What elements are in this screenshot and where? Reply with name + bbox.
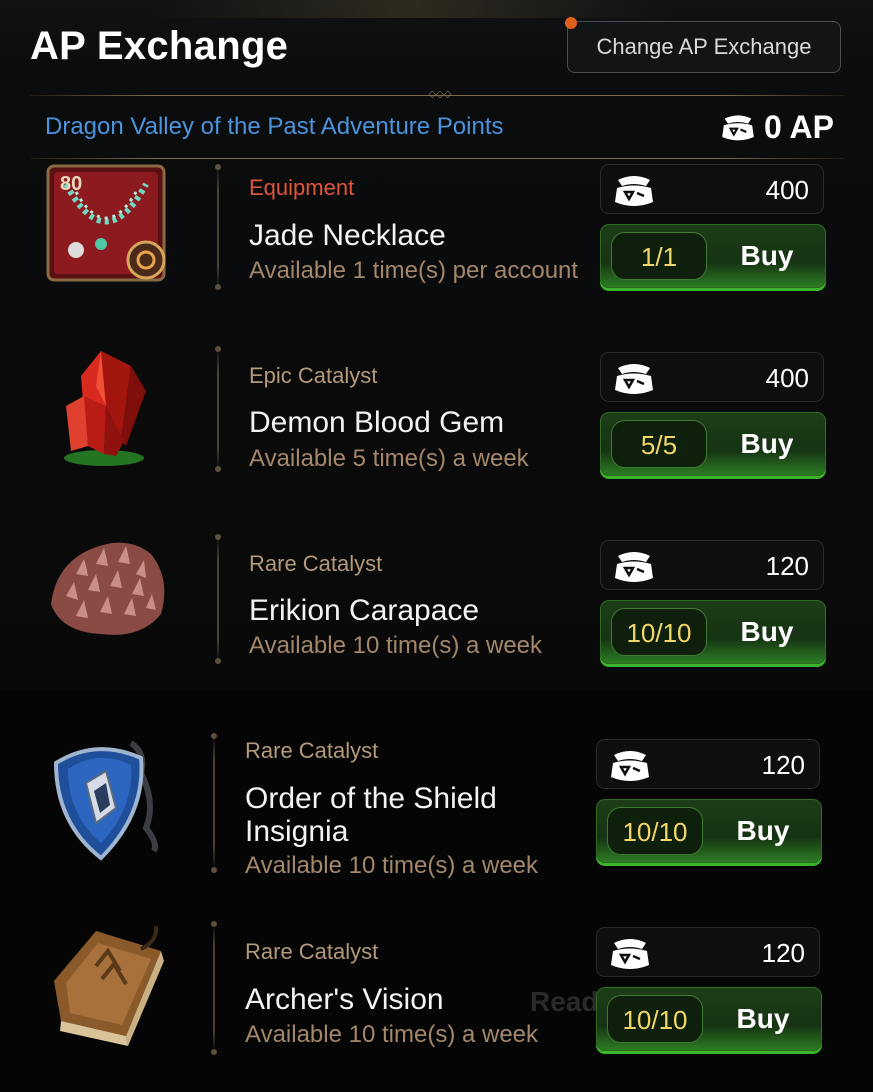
row-divider-line [211,733,217,873]
ap-coin-icon [615,176,653,206]
divider-ornament: ◇◇◇ [428,89,452,100]
buy-label: Buy [740,616,794,647]
list-item[interactable]: 80 Equipment Jade Necklace Available 1 t… [0,164,873,350]
purchase-count: 1/1 [611,232,707,280]
carapace-icon [46,534,166,654]
item-category: Epic Catalyst [249,363,378,388]
change-ap-exchange-button[interactable]: Change AP Exchange [567,21,841,73]
price-box: 400 [600,164,824,214]
purchase-count: 10/10 [611,608,707,656]
list-item[interactable]: Epic Catalyst Demon Blood Gem Available … [0,346,873,532]
item-category: Rare Catalyst [245,738,379,763]
row-divider-line [215,164,221,290]
item-category: Rare Catalyst [249,551,383,576]
price-box: 120 [596,739,820,789]
item-name: Order of the Shield Insignia [245,782,497,848]
buy-label: Buy [736,1003,790,1034]
row-divider-line [215,346,221,472]
item-availability: Available 1 time(s) per account [249,257,579,284]
notification-dot [565,17,577,29]
purchase-count: 10/10 [607,807,703,855]
item-availability: Available 10 time(s) a week [249,632,543,659]
ap-total-value: 0 AP [764,108,834,145]
item-name: Jade Necklace [249,219,446,252]
buy-label: Buy [740,428,794,459]
buy-button[interactable]: 5/5 Buy [600,412,826,476]
change-ap-exchange-label: Change AP Exchange [596,34,812,59]
row-divider-line [215,534,221,664]
ap-coin-icon [722,115,754,141]
price-box: 120 [600,540,824,590]
list-item[interactable]: Rare Catalyst Archer's Vision Available … [0,921,873,1081]
buy-button[interactable]: 10/10 Buy [596,799,822,863]
buy-button[interactable]: 10/10 Buy [596,987,822,1051]
ap-coin-icon [611,939,649,969]
ap-coin-icon [615,364,653,394]
row-divider-line [211,921,217,1055]
item-price: 400 [765,175,809,205]
price-box: 120 [596,927,820,977]
price-box: 400 [600,352,824,402]
ap-coin-icon [615,552,653,582]
item-availability: Available 10 time(s) a week [245,1021,539,1048]
item-price: 400 [765,363,809,393]
buy-label: Buy [740,240,794,271]
ap-coin-icon [611,751,649,781]
level-badge: 80 [60,173,82,195]
buy-label: Buy [736,815,790,846]
item-price: 120 [761,938,805,968]
item-availability: Available 10 time(s) a week [245,852,539,879]
item-price: 120 [761,750,805,780]
list-item[interactable]: Rare Catalyst Erikion Carapace Available… [0,534,873,720]
item-category: Equipment [249,175,355,200]
item-price: 120 [765,551,809,581]
page-title: AP Exchange [30,24,289,68]
item-name: Erikion Carapace [249,594,480,627]
jade-necklace-icon: 80 [46,164,166,284]
ap-total: 0 AP [720,107,834,147]
list-item[interactable]: Rare Catalyst Order of the Shield Insign… [0,733,873,893]
red-gem-icon [46,346,166,466]
purchase-count: 10/10 [607,995,703,1043]
section-divider [30,158,844,159]
buy-button[interactable]: 1/1 Buy [600,224,826,288]
book-icon [46,921,166,1046]
purchase-count: 5/5 [611,420,707,468]
shield-insignia-icon [46,733,166,861]
item-category: Rare Catalyst [245,939,379,964]
buy-button[interactable]: 10/10 Buy [600,600,826,664]
section-name: Dragon Valley of the Past Adventure Poin… [45,113,504,140]
item-name: Demon Blood Gem [249,406,505,439]
item-name: Archer's Vision [245,983,444,1016]
item-availability: Available 5 time(s) a week [249,445,529,472]
